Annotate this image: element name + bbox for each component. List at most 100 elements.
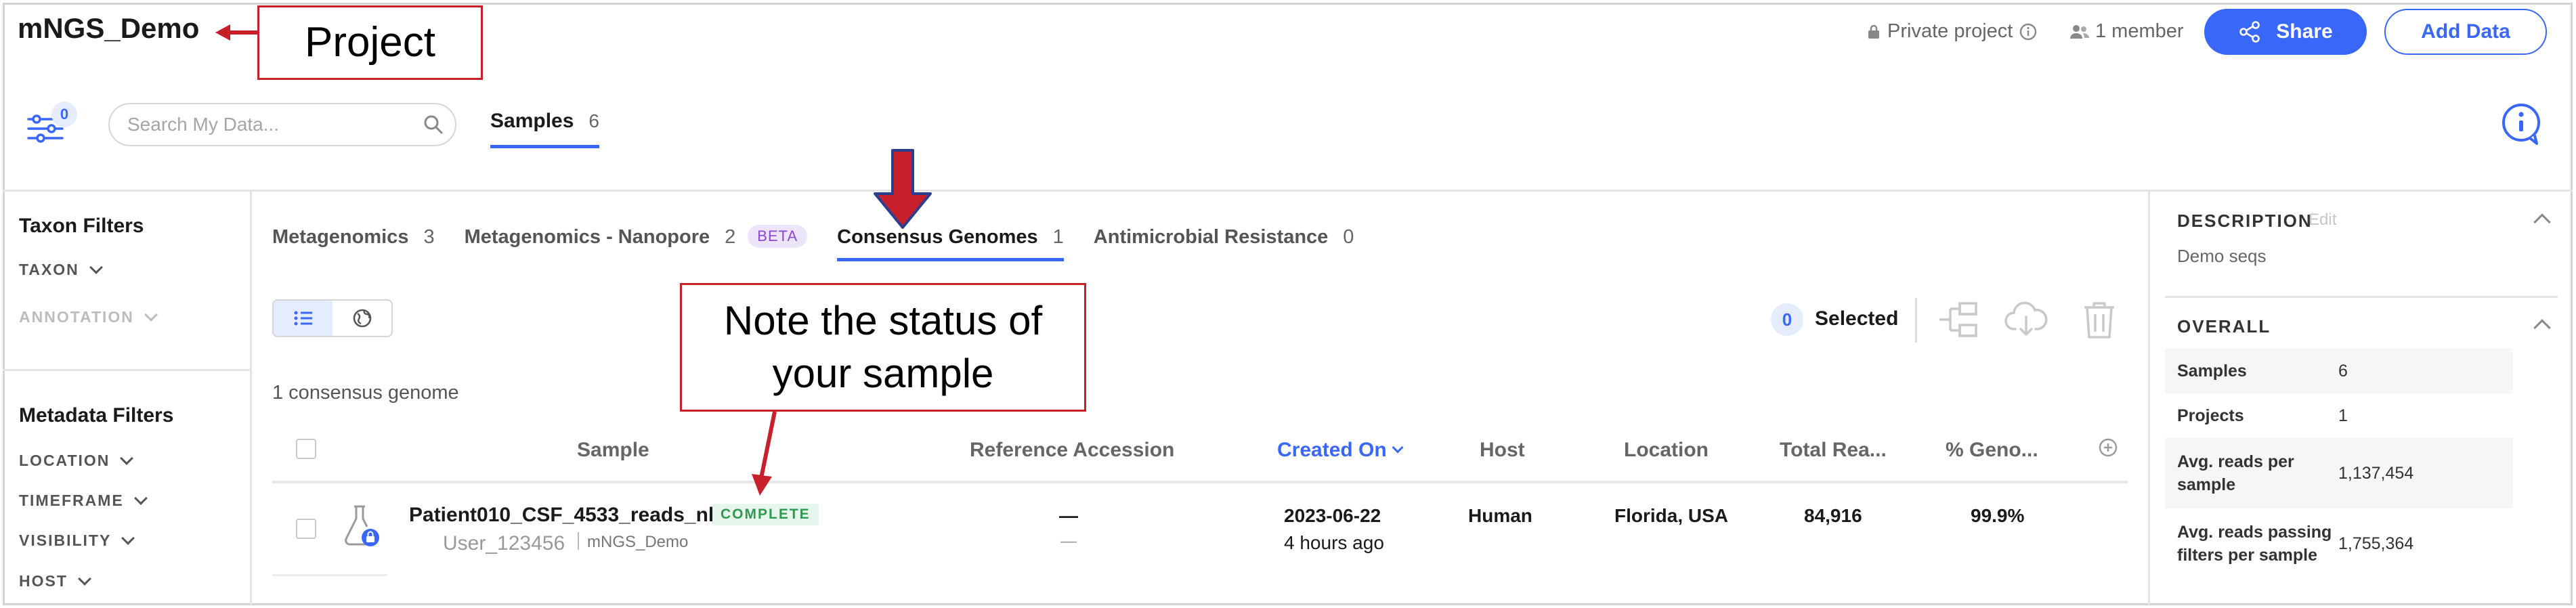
chevron-down-icon <box>77 571 91 586</box>
tab-count: 1 <box>1052 226 1064 248</box>
add-data-button[interactable]: Add Data <box>2384 9 2547 55</box>
timeframe-filter[interactable]: TIMEFRAME <box>19 491 148 510</box>
details-panel: DESCRIPTION Edit Demo seqs OVERALL Sampl… <box>2148 192 2573 605</box>
result-count: 1 consensus genome <box>272 382 459 404</box>
stat-row: Avg. reads passing filters per sample 1,7… <box>2165 508 2513 579</box>
stat-value: 6 <box>2338 361 2348 381</box>
created-header-label: Created On <box>1277 439 1387 461</box>
status-callout-line1: Note the status of <box>723 298 1043 343</box>
status-badge: COMPLETE <box>712 504 819 525</box>
flask-lock-icon <box>345 505 379 546</box>
sidebar-divider <box>3 369 252 371</box>
description-heading: DESCRIPTION <box>2177 211 2313 231</box>
toolbar-separator <box>1915 298 1917 343</box>
samples-tab-count: 6 <box>588 110 599 131</box>
column-header-reference[interactable]: Reference Accession <box>970 439 1174 462</box>
tab-antimicrobial-resistance[interactable]: Antimicrobial Resistance 0 <box>1094 226 1354 261</box>
created-date: 2023-06-22 <box>1284 505 1381 526</box>
selected-label: Selected <box>1815 307 1899 330</box>
trash-icon[interactable] <box>2078 298 2121 341</box>
member-label: 1 member <box>2095 20 2184 42</box>
row-checkbox[interactable] <box>296 519 316 539</box>
column-header-genome-coverage[interactable]: % Geno... <box>1946 439 2038 462</box>
chevron-down-icon <box>120 451 134 465</box>
location-filter[interactable]: LOCATION <box>19 451 134 470</box>
phylo-tree-icon[interactable] <box>1937 298 1980 341</box>
search-box[interactable] <box>108 103 456 146</box>
tab-samples[interactable]: Samples 6 <box>490 110 599 148</box>
project-callout: Project <box>257 5 483 80</box>
privacy-label: Private project <box>1887 20 2013 42</box>
visibility-filter[interactable]: VISIBILITY <box>19 531 135 550</box>
visibility-filter-label: VISIBILITY <box>19 531 112 549</box>
reference-accession: — <box>1059 505 1078 526</box>
globe-icon <box>353 309 371 328</box>
column-header-location[interactable]: Location <box>1624 439 1709 462</box>
info-icon[interactable] <box>2019 23 2037 41</box>
add-column-icon[interactable] <box>2098 437 2118 458</box>
stat-value: 1,137,454 <box>2338 463 2414 483</box>
column-header-total-reads[interactable]: Total Rea... <box>1780 439 1887 462</box>
tab-count: 2 <box>725 226 736 248</box>
filter-count-badge: 0 <box>51 102 77 127</box>
select-all-checkbox[interactable] <box>296 439 316 459</box>
total-reads-value: 84,916 <box>1804 505 1862 526</box>
host-value: Human <box>1468 505 1532 526</box>
details-divider <box>2165 296 2558 298</box>
genome-coverage-value: 99.9% <box>1971 505 2025 526</box>
sample-name[interactable]: Patient010_CSF_4533_reads_nh <box>409 504 721 527</box>
column-header-host[interactable]: Host <box>1480 439 1525 462</box>
list-view-button[interactable] <box>274 301 332 336</box>
status-annotation-arrow <box>752 411 777 496</box>
share-label: Share <box>2276 20 2333 43</box>
selected-count-badge: 0 <box>1771 303 1803 336</box>
taxon-filters-heading: Taxon Filters <box>19 215 144 237</box>
overall-heading: OVERALL <box>2177 316 2271 336</box>
tab-metagenomics-nanopore[interactable]: Metagenomics - Nanopore 2 BETA <box>464 225 808 261</box>
download-cloud-icon[interactable] <box>2004 298 2048 341</box>
location-filter-label: LOCATION <box>19 452 110 469</box>
samples-tab-label: Samples <box>490 110 574 132</box>
stat-key: Projects <box>2177 406 2244 425</box>
host-filter[interactable]: HOST <box>19 571 91 590</box>
edit-description-link[interactable]: Edit <box>2309 211 2336 230</box>
tab-label: Metagenomics <box>272 226 409 248</box>
tab-metagenomics[interactable]: Metagenomics 3 <box>272 226 435 261</box>
chevron-down-icon <box>144 307 158 322</box>
collapse-description-icon[interactable] <box>2533 213 2551 231</box>
search-icon[interactable] <box>423 114 444 135</box>
stat-key: Samples <box>2177 362 2247 381</box>
tab-label: Metagenomics - Nanopore <box>464 226 710 248</box>
tab-count: 3 <box>423 226 435 248</box>
annotation-filter[interactable]: ANNOTATION <box>19 307 158 326</box>
overall-stats: Samples 6 Projects 1 Avg. reads per sample… <box>2165 349 2513 579</box>
member-count[interactable]: 1 member <box>2069 20 2184 43</box>
stat-row: Samples 6 <box>2165 349 2513 393</box>
sample-project: mNGS_Demo <box>578 532 688 552</box>
created-ago: 4 hours ago <box>1284 532 1384 553</box>
collapse-overall-icon[interactable] <box>2533 319 2551 336</box>
tab-count: 0 <box>1343 226 1354 248</box>
view-toggle <box>272 299 393 337</box>
lock-icon <box>1868 24 1879 39</box>
map-view-button[interactable] <box>332 301 391 336</box>
column-header-created[interactable]: Created On <box>1277 439 1404 462</box>
chevron-down-icon <box>121 531 135 545</box>
location-value: Florida, USA <box>1614 505 1729 526</box>
annotation-filter-label: ANNOTATION <box>19 308 134 326</box>
stat-value: 1,755,364 <box>2338 534 2414 553</box>
filter-sidebar: Taxon Filters TAXON ANNOTATION Metadata … <box>3 192 252 605</box>
tab-consensus-genomes[interactable]: Consensus Genomes 1 <box>837 226 1064 261</box>
stat-row: Projects 1 <box>2165 393 2513 438</box>
column-header-sample[interactable]: Sample <box>577 439 649 462</box>
stat-row: Avg. reads per sample 1,137,454 <box>2165 438 2513 508</box>
stat-key: Avg. reads passing filters per sample <box>2177 523 2332 565</box>
taxon-filter[interactable]: TAXON <box>19 260 103 279</box>
search-input[interactable] <box>127 114 398 135</box>
users-icon <box>2070 24 2089 39</box>
share-button[interactable]: Share <box>2204 9 2367 55</box>
tab-label: Consensus Genomes <box>837 226 1038 248</box>
chevron-down-icon <box>133 491 148 505</box>
status-callout-line2: your sample <box>772 351 994 396</box>
help-info-icon[interactable] <box>2499 102 2543 146</box>
